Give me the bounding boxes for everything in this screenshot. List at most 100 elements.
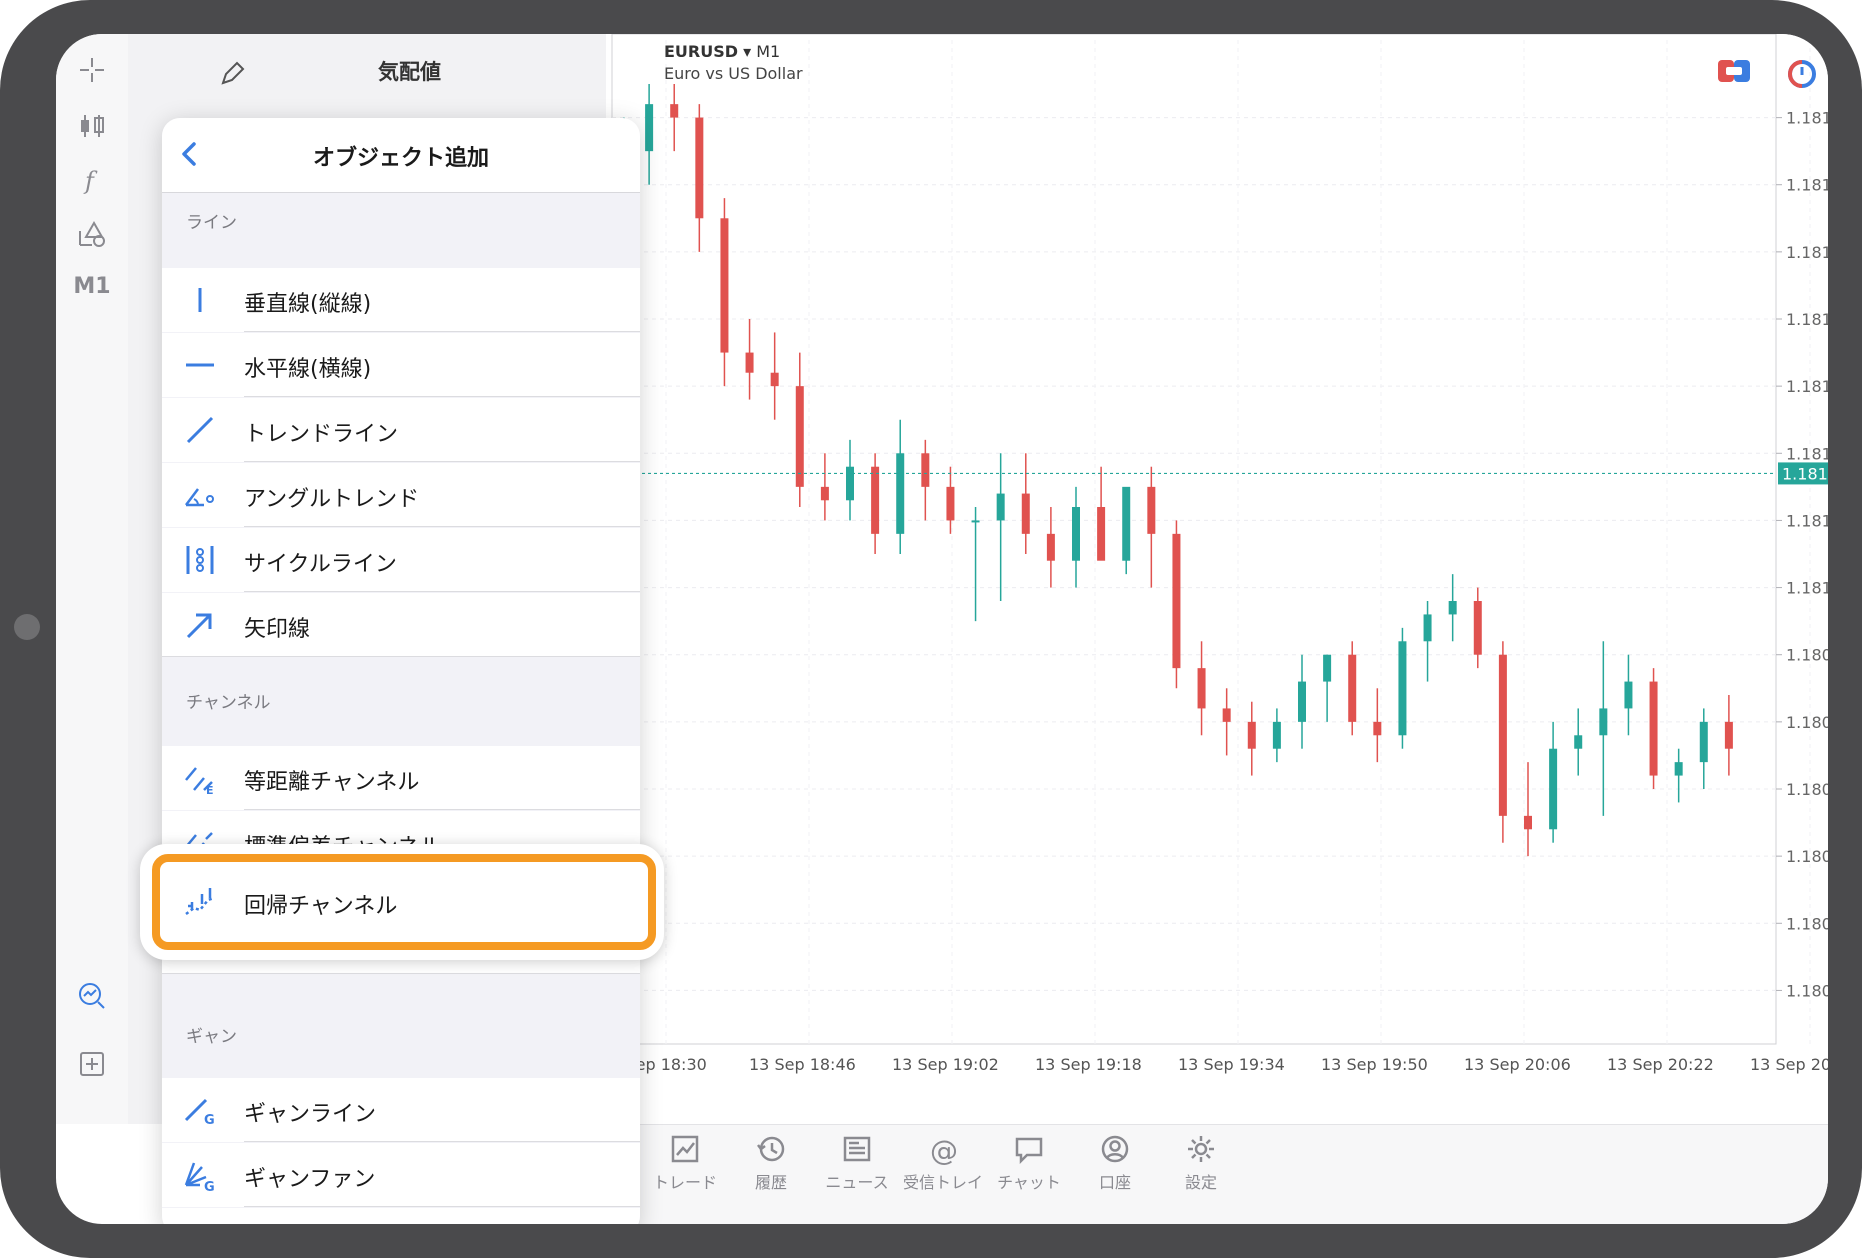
- object-item-regression-channel[interactable]: 回帰チャンネル: [162, 870, 632, 934]
- history-icon: [757, 1136, 785, 1162]
- candle-body: [1272, 721, 1281, 749]
- object-item-equidistant-channel[interactable]: E 等距離チャンネル: [162, 746, 640, 810]
- candle-body: [1323, 654, 1332, 682]
- row-divider: [244, 331, 640, 332]
- gann-grid-icon: [182, 1222, 218, 1224]
- section-label: チャンネル: [186, 693, 271, 713]
- crosshair-icon[interactable]: [66, 48, 118, 92]
- candle-body: [770, 372, 779, 387]
- trade-icon: [671, 1135, 699, 1163]
- object-item-trend-line[interactable]: トレンドライン: [162, 398, 640, 462]
- gann-fan-icon: G: [184, 1162, 215, 1193]
- edit-pencil-icon[interactable]: [218, 60, 246, 88]
- new-order-icon[interactable]: [66, 1042, 118, 1086]
- object-item-label: 矢印線: [244, 617, 311, 642]
- trend-line-icon: [186, 416, 214, 444]
- candle-body: [946, 486, 955, 521]
- y-tick-label: 1.18140: [1786, 310, 1828, 329]
- equidistant-channel-icon: E: [185, 767, 214, 796]
- candle-body: [1699, 721, 1708, 763]
- indicators-icon[interactable]: f: [66, 158, 118, 202]
- left-toolbar: f M1: [56, 34, 129, 1124]
- tab-label: ニュース: [825, 1173, 889, 1192]
- object-item-label: ギャンファン: [244, 1167, 376, 1192]
- candle-body: [1649, 681, 1658, 776]
- object-item-arrow-line[interactable]: 矢印線: [162, 593, 640, 657]
- tab-history[interactable]: 履歴: [726, 1133, 816, 1193]
- device-frame: f M1 気配値 1.181701.181601.181501.181401.1…: [0, 0, 1862, 1258]
- y-tick-label: 1.18080: [1786, 713, 1828, 732]
- object-item-cycle-lines[interactable]: サイクルライン: [162, 528, 640, 592]
- object-item-label: ギャンライン: [244, 1102, 377, 1127]
- tab-label: トレード: [652, 1173, 717, 1192]
- plot-frame: [611, 34, 1777, 1045]
- object-item-label: アングルトレンド: [244, 487, 420, 512]
- home-indicator-dot: [14, 614, 40, 640]
- app-screen: f M1 気配値 1.181701.181601.181501.181401.1…: [56, 34, 1828, 1224]
- tab-chat[interactable]: チャット: [984, 1133, 1074, 1193]
- svg-text:@: @: [930, 1134, 958, 1165]
- row-divider: [244, 809, 640, 810]
- x-tick-label: 13 Sep 20:06: [1464, 1055, 1571, 1074]
- tab-label: チャット: [997, 1173, 1061, 1192]
- chart-type-candles-icon[interactable]: [66, 104, 118, 148]
- candle-body: [1197, 668, 1206, 709]
- candle-body: [1147, 486, 1156, 534]
- candle-body: [896, 453, 905, 534]
- objects-icon[interactable]: [66, 212, 118, 256]
- object-item-gann-grid[interactable]: ギャングリッド: [162, 1208, 640, 1224]
- candle-body: [1423, 614, 1432, 642]
- candle-body: [1348, 654, 1357, 722]
- current-price-label: 1.18117: [1782, 464, 1828, 483]
- tab-mail[interactable]: @ 受信トレイ: [898, 1133, 988, 1193]
- timeframe-label: M1: [756, 42, 781, 61]
- price-chart[interactable]: 1.18170 1.18160 1.18150 1.18140 1.18130 1.181…: [606, 34, 1828, 1124]
- tab-settings[interactable]: 設定: [1156, 1133, 1246, 1193]
- candlestick-chart[interactable]: 1.18170 1.18160 1.18150 1.18140 1.18130 1.181…: [606, 34, 1828, 1124]
- chart-symbol[interactable]: EURUSD ▾ M1: [664, 42, 780, 61]
- row-divider: [244, 461, 640, 462]
- object-item-angle-trend[interactable]: アングルトレンド: [162, 463, 640, 527]
- gann-line-icon: G: [184, 1098, 215, 1128]
- timeframe-button[interactable]: M1: [66, 264, 118, 308]
- svg-text:G: G: [204, 1113, 215, 1128]
- object-item-gann-fan[interactable]: G ギャンファン: [162, 1143, 640, 1207]
- horizontal-line-icon: [186, 363, 214, 367]
- depth-of-market-icon[interactable]: [1786, 58, 1818, 90]
- settings-icon: [1188, 1136, 1214, 1162]
- y-tick-label: 1.18130: [1786, 377, 1828, 396]
- candle-body: [1448, 601, 1457, 615]
- candle-body: [971, 520, 980, 523]
- tab-trade[interactable]: トレード: [640, 1133, 730, 1193]
- candle-body: [1247, 721, 1256, 749]
- row-divider: [162, 656, 640, 657]
- add-object-popover: オブジェクト追加 ライン 垂直線(縦線) 水平線(横線) トレンドライン アングルトレン…: [162, 118, 640, 1224]
- y-tick-label: 1.18120: [1786, 444, 1828, 463]
- candle-body: [795, 386, 804, 487]
- angle-trend-icon: [185, 488, 214, 507]
- candle-body: [996, 493, 1005, 521]
- candle-body: [645, 104, 654, 152]
- mail-icon: @: [930, 1134, 958, 1165]
- x-tick-label: 13 Sep 19:02: [892, 1055, 999, 1074]
- one-click-trading-icon[interactable]: [1718, 60, 1750, 82]
- svg-text:G: G: [204, 1180, 215, 1193]
- trading-signals-icon[interactable]: [66, 974, 118, 1018]
- object-item-horizontal-line[interactable]: 水平線(横線): [162, 333, 640, 397]
- object-item-label: 水平線(横線): [244, 357, 372, 382]
- arrow-line-icon: [186, 613, 212, 639]
- tab-news[interactable]: ニュース: [812, 1133, 902, 1193]
- tab-label: 受信トレイ: [902, 1173, 983, 1192]
- object-item-vertical-line[interactable]: 垂直線(縦線): [162, 268, 640, 332]
- row-divider: [244, 526, 640, 527]
- candle-body: [921, 453, 930, 487]
- object-item-gann-line[interactable]: G ギャンライン: [162, 1078, 640, 1142]
- x-tick-label: 13 Sep 20:22: [1607, 1055, 1714, 1074]
- candle-body: [846, 466, 854, 501]
- tab-label: 口座: [1098, 1173, 1131, 1192]
- x-tick-label: 13 Sep 19:18: [1035, 1055, 1142, 1074]
- candle-body: [1122, 486, 1131, 561]
- section-label: ギャン: [186, 1027, 237, 1047]
- row-divider: [244, 396, 640, 397]
- tab-account[interactable]: 口座: [1070, 1133, 1160, 1193]
